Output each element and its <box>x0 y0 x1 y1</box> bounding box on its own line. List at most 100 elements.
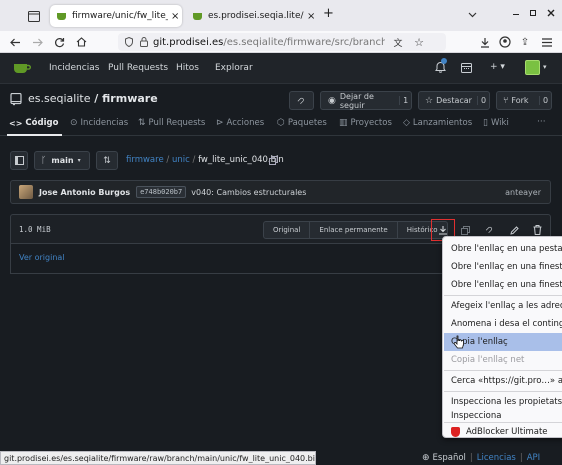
commit-message[interactable]: v040: Cambios estructurales <box>191 188 306 197</box>
compare-button[interactable]: ⇅ <box>96 151 118 170</box>
menu-search-google[interactable]: Cerca «https://git.pro…» a Google <box>444 372 562 390</box>
file-size: 1.0 MiB <box>19 225 51 234</box>
tab-incidencias-label: Incidencias <box>80 118 129 128</box>
extensions-icon[interactable]: ⇪ <box>518 35 532 49</box>
chevron-down-icon[interactable] <box>466 9 478 21</box>
calendar-icon[interactable] <box>460 62 472 74</box>
tab-codigo[interactable]: <> Código <box>9 118 58 128</box>
link-context-menu: Obre l'enllaç en una pestanya nova Obre … <box>442 236 562 438</box>
address-bar[interactable]: git.prodisei.es/es.seqialite/firmware/sr… <box>118 33 446 51</box>
repo-owner[interactable]: es.seqialite <box>28 92 90 105</box>
breadcrumb-dir[interactable]: unic <box>172 155 190 165</box>
download-icon[interactable] <box>478 35 492 49</box>
nav-explorar[interactable]: Explorar <box>215 63 253 73</box>
account-icon[interactable] <box>498 35 512 49</box>
copy-path-icon[interactable] <box>268 155 278 165</box>
tag-icon: ◇ <box>403 118 410 128</box>
tab-codigo-label: Código <box>25 118 59 128</box>
star-label: Destacar <box>436 96 472 105</box>
fork-icon: ⑂ <box>503 95 509 106</box>
api-link[interactable]: API <box>527 453 540 463</box>
star-count: 0 <box>477 96 489 105</box>
compare-icon: ⇅ <box>103 155 111 166</box>
menu-open-new-tab[interactable]: Obre l'enllaç en una pestanya nova <box>444 240 562 258</box>
page-footer: ⊕ Español | Licencias | API <box>416 451 562 465</box>
star-bookmark-icon[interactable]: ☆ <box>413 36 425 49</box>
language-selector[interactable]: Español <box>433 453 466 463</box>
tab-paquetes[interactable]: ⬡ Paquetes <box>277 118 327 128</box>
tab-acciones[interactable]: ⊳ Acciones <box>216 118 264 128</box>
branch-selector[interactable]: ᚴ main ▾ <box>34 151 90 170</box>
nav-pull-requests[interactable]: Pull Requests <box>108 63 168 73</box>
close-window-icon[interactable] <box>546 8 556 18</box>
menu-icon[interactable] <box>540 35 554 49</box>
unwatch-button[interactable]: ◉ Dejar de seguir 1 <box>320 91 412 110</box>
licenses-link[interactable]: Licencias <box>477 453 516 463</box>
star-button[interactable]: ☆ Destacar 0 <box>418 91 490 110</box>
nav-hitos[interactable]: Hitos <box>176 63 199 73</box>
tab-incidencias[interactable]: ⊙ Incidencias <box>70 118 128 128</box>
commit-sha[interactable]: e748b020b7 <box>136 186 187 198</box>
browser-tab-2[interactable]: es.prodisei.seqia.lite/MQTT × <box>186 5 316 27</box>
edit-pencil-icon[interactable] <box>508 224 520 236</box>
tab-close-icon[interactable]: × <box>307 11 315 22</box>
tab-wiki-label: Wiki <box>490 118 509 128</box>
menu-save-link-as[interactable]: Anomena i desa el contingut de l'enllaç <box>444 315 562 333</box>
back-icon[interactable] <box>8 35 22 49</box>
adblocker-label: AdBlocker Ultimate <box>466 427 548 437</box>
tab-lanzamientos-label: Lanzamientos <box>412 118 473 128</box>
tab-lanzamientos[interactable]: ◇ Lanzamientos <box>403 118 472 128</box>
browser-tab-1[interactable]: firmware/unic/fw_lite_unic_040.bin × <box>50 5 182 27</box>
delete-trash-icon[interactable] <box>531 224 543 236</box>
eye-icon: ◉ <box>328 95 336 106</box>
fork-count: 0 <box>539 96 551 105</box>
fork-button[interactable]: ⑂ Fork 0 <box>496 91 552 110</box>
book-icon: ▯ <box>483 118 488 128</box>
tab-list-icon[interactable] <box>26 8 42 24</box>
view-raw-link[interactable]: Ver original <box>19 253 65 262</box>
tab-proyectos[interactable]: ▥ Proyectos <box>339 118 392 128</box>
menu-open-new-window[interactable]: Obre l'enllaç en una finestra nova <box>444 258 562 276</box>
copy-content-icon[interactable] <box>459 224 471 236</box>
maximize-icon[interactable] <box>530 10 536 16</box>
tab-close-icon[interactable]: × <box>171 11 179 22</box>
project-icon: ▥ <box>339 118 348 128</box>
toggle-tree-button[interactable] <box>10 151 28 170</box>
branch-name: main <box>51 156 74 165</box>
commit-author[interactable]: Jose Antonio Burgos <box>39 188 130 197</box>
adblocker-shield-icon <box>451 427 460 437</box>
permalink-button[interactable]: Enlace permanente <box>310 222 398 238</box>
tab-pull-requests[interactable]: ⇅ Pull Requests <box>138 118 205 128</box>
branch-icon: ᚴ <box>41 155 47 166</box>
tab-active-underline <box>7 134 62 136</box>
nav-incidencias[interactable]: Incidencias <box>49 63 99 73</box>
author-avatar[interactable] <box>19 185 33 199</box>
breadcrumb-sep: / <box>192 155 196 165</box>
translate-icon[interactable]: 文 <box>391 36 405 49</box>
create-menu-button[interactable]: + ▾ <box>490 62 505 72</box>
tab-wiki[interactable]: ▯ Wiki <box>483 118 509 128</box>
rss-button[interactable]: ⊃ <box>289 91 314 110</box>
notifications-icon[interactable] <box>433 58 447 74</box>
new-tab-button[interactable]: + <box>323 6 334 21</box>
repo-name[interactable]: firmware <box>102 92 158 105</box>
menu-bookmark-link[interactable]: Afegeix l'enllaç a les adreces d'interès <box>444 297 562 315</box>
original-button[interactable]: Original <box>264 222 311 238</box>
avatar-chevron-icon[interactable]: ▾ <box>543 63 547 71</box>
forward-icon[interactable] <box>30 35 44 49</box>
reload-icon[interactable] <box>52 35 66 49</box>
star-icon: ☆ <box>425 95 434 106</box>
breadcrumb-repo[interactable]: firmware <box>126 155 164 165</box>
commit-time: anteayer <box>505 187 541 197</box>
home-icon[interactable] <box>74 35 88 49</box>
gitea-logo-icon[interactable] <box>13 62 31 74</box>
user-avatar[interactable] <box>525 60 540 75</box>
footer-separator: | <box>469 453 473 463</box>
more-tabs-icon[interactable]: ··· <box>537 117 546 127</box>
menu-open-private-window[interactable]: Obre l'enllaç en una finestra privada <box>444 276 562 294</box>
minimize-icon[interactable] <box>513 14 519 15</box>
unwatch-label: Dejar de seguir <box>339 91 374 110</box>
menu-adblocker[interactable]: AdBlocker Ultimate <box>444 423 562 441</box>
code-icon: <> <box>9 118 23 128</box>
repo-icon <box>9 92 23 106</box>
